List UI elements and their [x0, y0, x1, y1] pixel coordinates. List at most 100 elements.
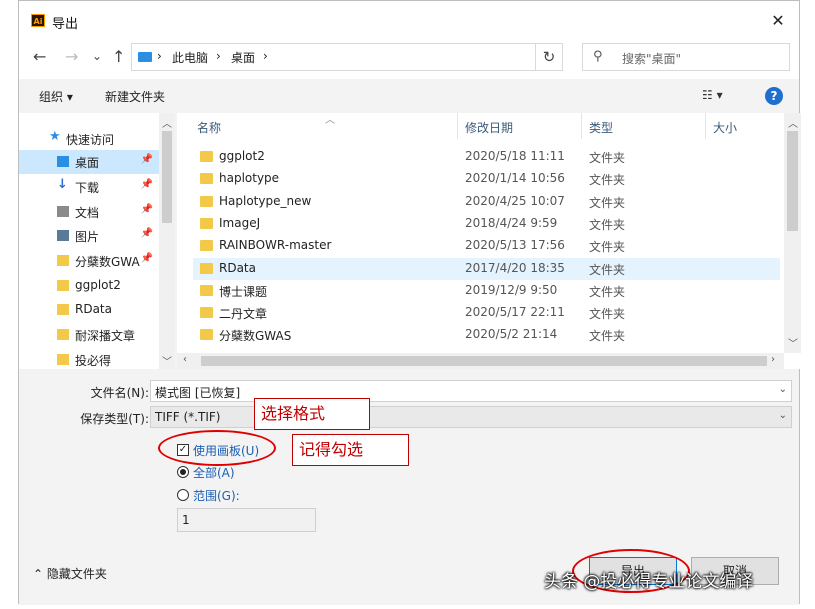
- search-icon: ⚲: [593, 49, 603, 64]
- annotation-remember-check: 记得勾选: [292, 434, 409, 466]
- sidebar-scroll-thumb[interactable]: [162, 131, 172, 223]
- forward-arrow-icon[interactable]: →: [65, 47, 78, 66]
- sidebar-item[interactable]: 文档 📌: [19, 200, 159, 224]
- range-label[interactable]: 范围(G):: [193, 487, 240, 504]
- all-radio[interactable]: [177, 466, 189, 478]
- file-name: 博士课题: [219, 284, 268, 299]
- desktop-icon: [57, 156, 69, 167]
- file-list-hscrollbar[interactable]: ‹ ›: [177, 353, 784, 369]
- scroll-up-icon[interactable]: ︿: [788, 115, 798, 130]
- range-radio[interactable]: [177, 489, 189, 501]
- sidebar-item-label: 文档: [75, 206, 100, 220]
- sidebar-item[interactable]: 投必得: [19, 348, 159, 369]
- range-input[interactable]: 1: [177, 508, 316, 532]
- file-row[interactable]: Haplotype_new 2020/4/25 10:07 文件夹: [193, 191, 780, 213]
- sidebar-item[interactable]: 图片 📌: [19, 224, 159, 248]
- file-name: 二丹文章: [219, 307, 268, 322]
- column-divider[interactable]: [457, 113, 458, 139]
- folder-icon: [200, 240, 213, 252]
- pin-icon: 📌: [140, 253, 153, 264]
- column-date[interactable]: 修改日期: [465, 119, 513, 136]
- file-row[interactable]: 博士课题 2019/12/9 9:50 文件夹: [193, 280, 780, 302]
- breadcrumb-sep: ›: [216, 49, 221, 63]
- close-icon[interactable]: ✕: [765, 9, 791, 33]
- scroll-right-icon[interactable]: ›: [771, 354, 775, 365]
- scroll-up-icon[interactable]: ︿: [162, 115, 172, 130]
- chevron-down-icon[interactable]: ⌄: [779, 410, 787, 421]
- picture-icon: [57, 230, 69, 241]
- scroll-down-icon[interactable]: ﹀: [788, 335, 798, 350]
- breadcrumb-desktop[interactable]: 桌面: [231, 49, 255, 66]
- breadcrumb-sep: ›: [157, 49, 162, 63]
- folder-icon: [57, 255, 69, 266]
- document-icon: [57, 206, 69, 217]
- file-type: 文件夹: [589, 195, 626, 210]
- sidebar-item[interactable]: ↓ 下载 📌: [19, 175, 159, 199]
- file-list-scrollbar[interactable]: ︿ ﹀: [784, 113, 801, 353]
- all-label[interactable]: 全部(A): [193, 464, 235, 481]
- column-size[interactable]: 大小: [713, 119, 737, 136]
- radio-selected-dot: [180, 469, 186, 475]
- filetype-select[interactable]: TIFF (*.TIF) ⌄: [150, 406, 792, 428]
- file-date: 2020/5/13 17:56: [465, 238, 565, 253]
- sidebar-item[interactable]: RData: [19, 298, 159, 322]
- file-list: 名称 ︿ 修改日期 类型 大小 ggplot2 2020/5/18 11:11 文件…: [177, 113, 803, 369]
- address-bar[interactable]: › 此电脑 › 桌面 › ⌄: [131, 43, 562, 71]
- file-list-scroll-thumb[interactable]: [787, 131, 798, 231]
- column-divider[interactable]: [705, 113, 706, 139]
- file-row[interactable]: haplotype 2020/1/14 10:56 文件夹: [193, 168, 780, 190]
- file-row[interactable]: 分蘖数GWAS 2020/5/2 21:14 文件夹: [193, 324, 780, 346]
- hide-folders-toggle[interactable]: ⌃ 隐藏文件夹: [33, 565, 107, 582]
- help-icon[interactable]: ?: [765, 87, 783, 105]
- folder-icon: [57, 329, 69, 340]
- file-name: ggplot2: [219, 149, 265, 163]
- new-folder-button[interactable]: 新建文件夹: [105, 88, 165, 105]
- folder-icon: [57, 354, 69, 365]
- sidebar-item[interactable]: ★ 快速访问: [19, 127, 159, 151]
- sidebar-item[interactable]: 耐深播文章: [19, 323, 159, 347]
- pin-icon: 📌: [140, 154, 153, 165]
- view-options-icon[interactable]: ☷ ▾: [702, 88, 723, 102]
- file-row[interactable]: ImageJ 2018/4/24 9:59 文件夹: [193, 213, 780, 235]
- sidebar-item-label: 快速访问: [66, 133, 115, 147]
- file-row[interactable]: RData 2017/4/20 18:35 文件夹: [193, 257, 780, 280]
- breadcrumb-this-pc[interactable]: 此电脑: [172, 49, 208, 66]
- sidebar-item[interactable]: ggplot2: [19, 274, 159, 298]
- scroll-left-icon[interactable]: ‹: [183, 354, 187, 365]
- highlight-ellipse-artboard: [158, 430, 276, 466]
- refresh-icon[interactable]: ↻: [535, 43, 563, 71]
- filetype-value: TIFF (*.TIF): [155, 410, 221, 424]
- file-row[interactable]: 二丹文章 2020/5/17 22:11 文件夹: [193, 302, 780, 324]
- search-input[interactable]: ⚲ 搜索"桌面": [582, 43, 790, 71]
- file-list-hscroll-thumb[interactable]: [201, 356, 767, 366]
- file-name: haplotype: [219, 171, 280, 186]
- filetype-label: 保存类型(T):: [80, 412, 149, 426]
- back-arrow-icon[interactable]: ←: [33, 47, 46, 66]
- star-icon: ★: [49, 129, 61, 144]
- file-date: 2017/4/20 18:35: [465, 260, 565, 275]
- file-row[interactable]: RAINBOWR-master 2020/5/13 17:56 文件夹: [193, 235, 780, 257]
- sidebar-scrollbar[interactable]: ︿ ﹀: [159, 113, 175, 369]
- chevron-down-icon[interactable]: ⌄: [779, 384, 787, 395]
- sidebar-item[interactable]: 分蘖数GWA 📌: [19, 249, 159, 273]
- dialog-title: 导出: [52, 17, 79, 32]
- toolbar: 组织 ▾ 新建文件夹 ☷ ▾ ?: [19, 79, 799, 113]
- scroll-down-icon[interactable]: ﹀: [162, 353, 172, 368]
- organize-button[interactable]: 组织 ▾: [39, 88, 73, 105]
- file-name: Haplotype_new: [219, 193, 312, 208]
- sidebar-item-label: 分蘖数GWA: [75, 255, 140, 269]
- file-name: RAINBOWR-master: [219, 238, 332, 253]
- column-type[interactable]: 类型: [589, 119, 613, 136]
- up-arrow-icon[interactable]: ↑: [112, 47, 125, 66]
- navigation-bar: ← → ⌄ ↑ › 此电脑 › 桌面 › ⌄ ↻ ⚲ 搜索"桌面": [19, 39, 799, 79]
- recent-locations-icon[interactable]: ⌄: [92, 49, 102, 63]
- file-type: 文件夹: [589, 173, 626, 188]
- pin-icon: 📌: [140, 228, 153, 239]
- file-row[interactable]: ggplot2 2020/5/18 11:11 文件夹: [193, 146, 780, 168]
- hide-folders-label: 隐藏文件夹: [46, 567, 107, 581]
- breadcrumb-sep: ›: [263, 49, 268, 63]
- column-divider[interactable]: [581, 113, 582, 139]
- column-name[interactable]: 名称: [197, 119, 221, 136]
- filename-input[interactable]: 模式图 [已恢复] ⌄: [150, 380, 792, 402]
- sidebar-item[interactable]: 桌面 📌: [19, 150, 159, 174]
